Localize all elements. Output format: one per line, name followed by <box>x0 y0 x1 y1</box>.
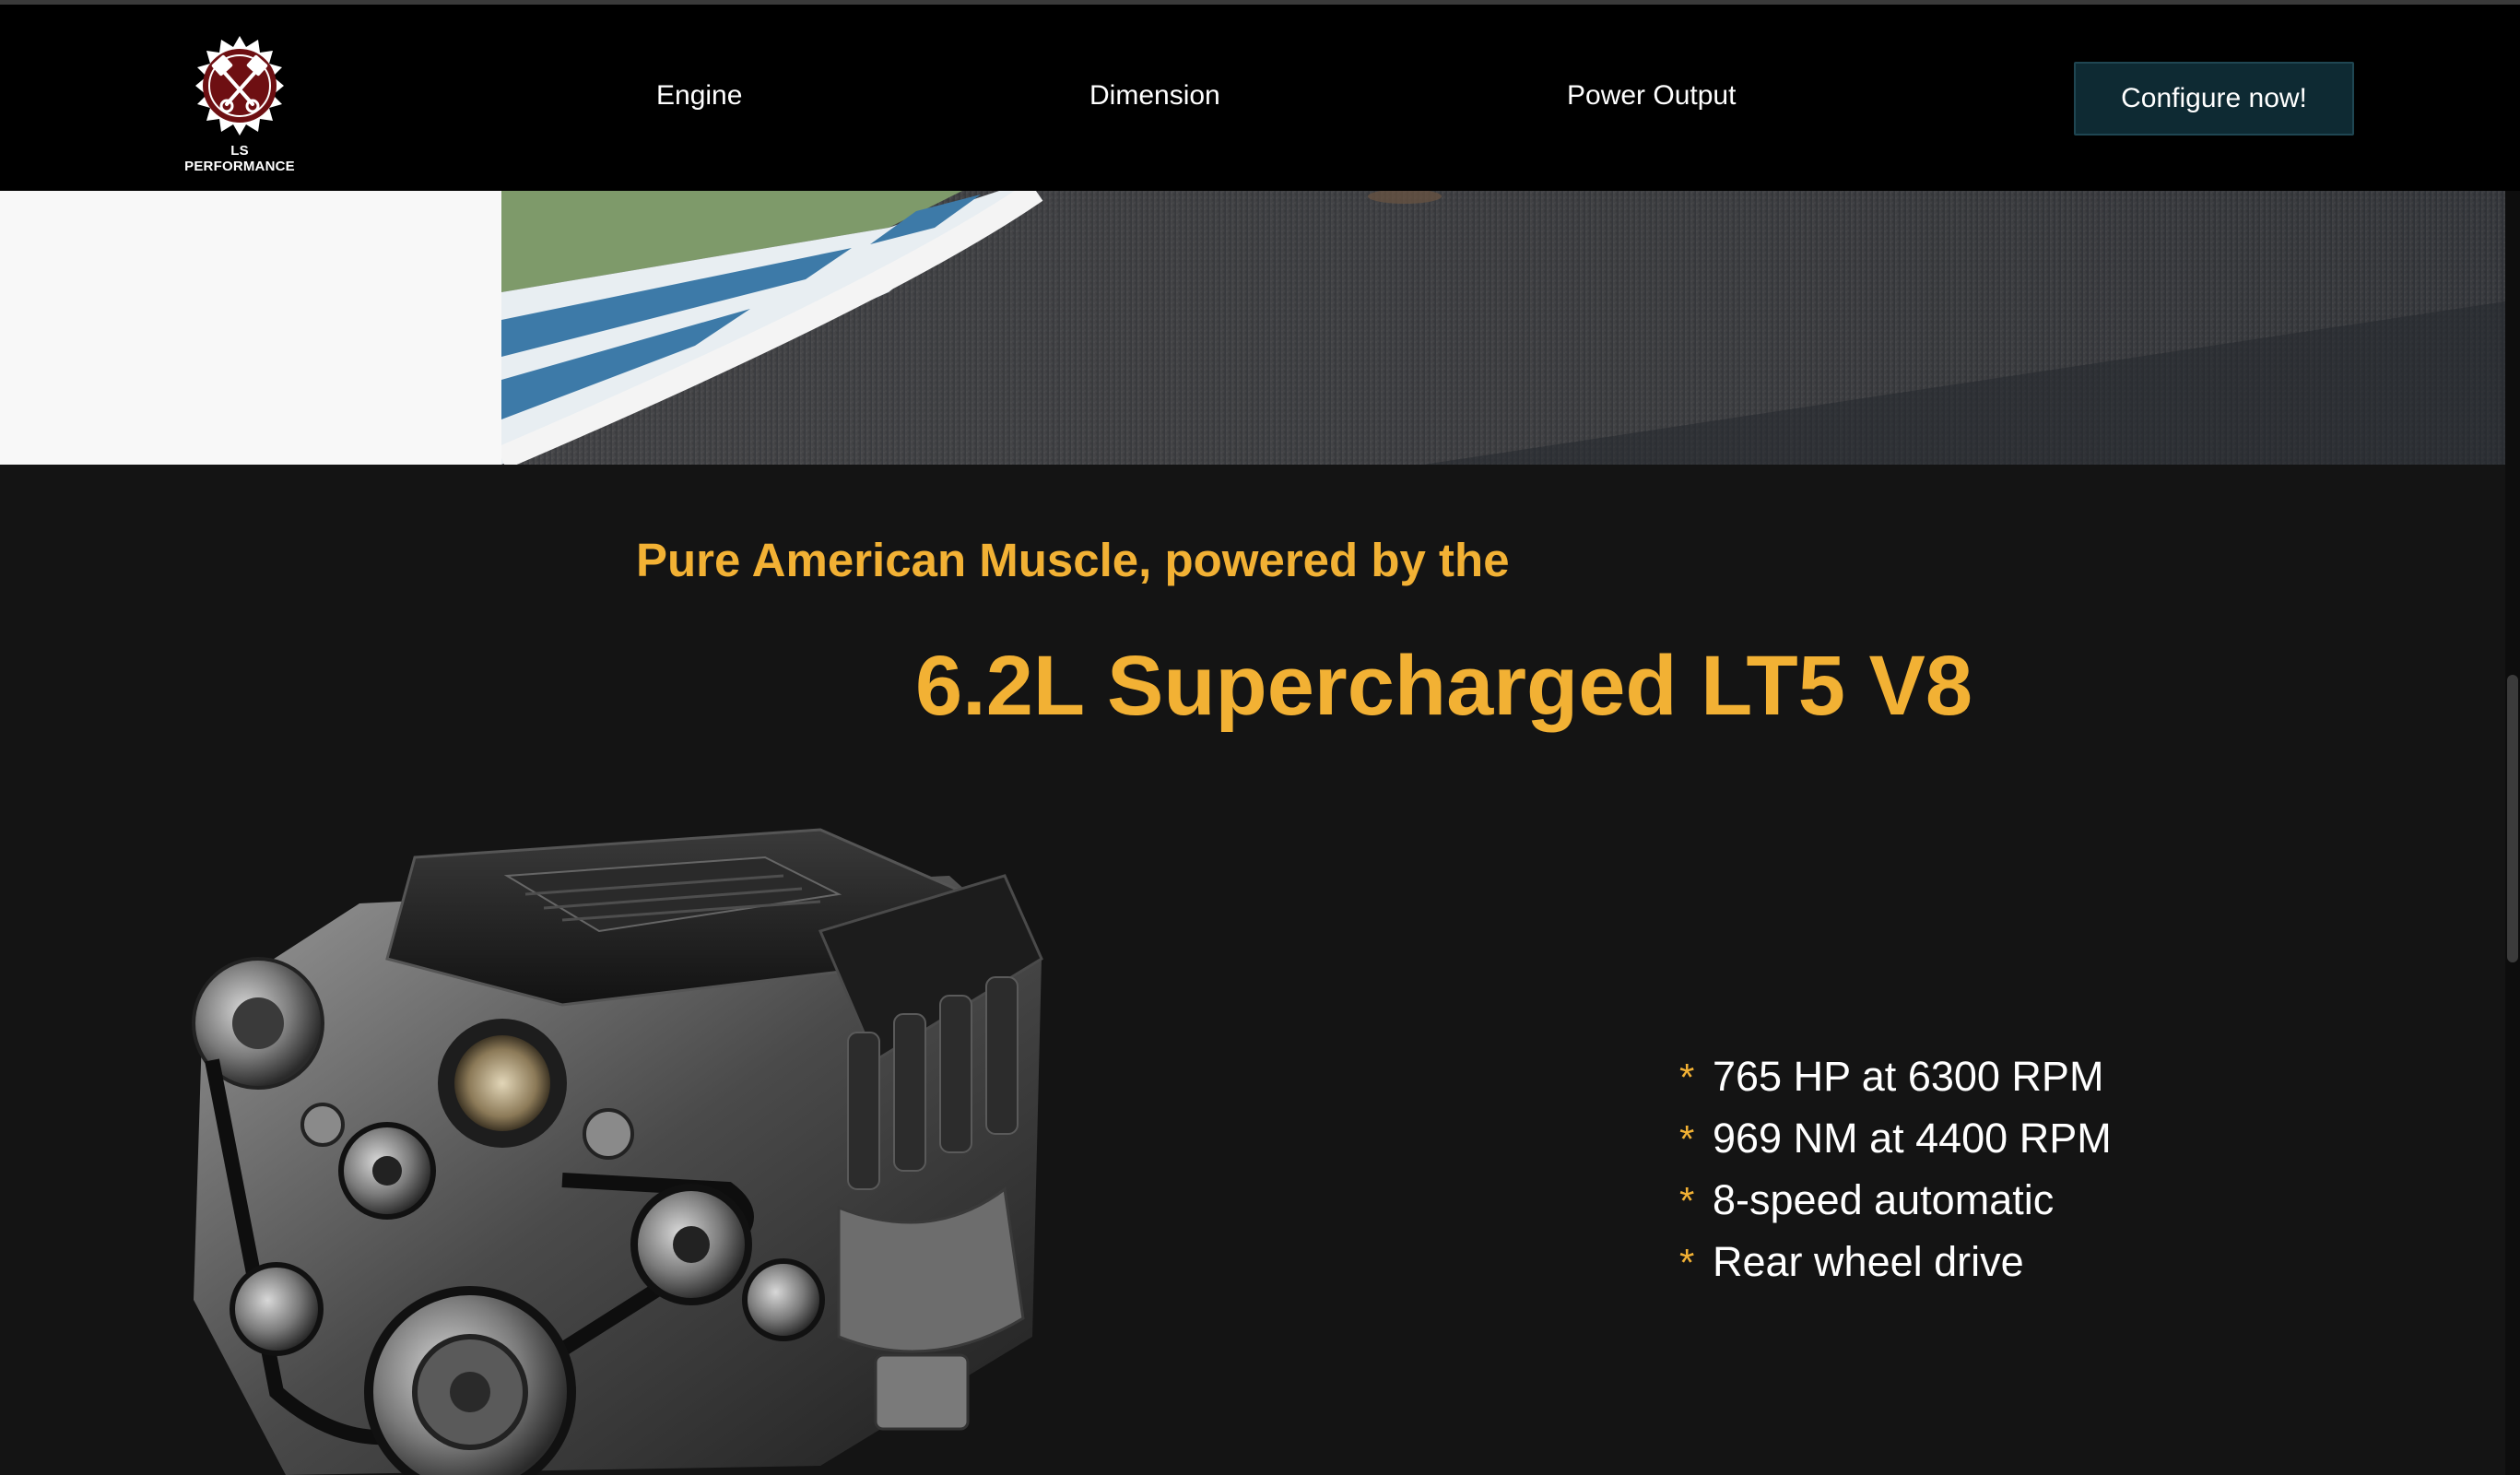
nav-link-engine[interactable]: Engine <box>656 80 742 112</box>
spec-bullet: * <box>1679 1179 1695 1222</box>
spec-item-horsepower: * 765 HP at 6300 RPM <box>1679 1049 2112 1111</box>
engine-heading: 6.2L Supercharged LT5 V8 <box>915 639 1972 733</box>
spec-text: 765 HP at 6300 RPM <box>1713 1053 2104 1100</box>
nav-link-dimension[interactable]: Dimension <box>1089 80 1220 112</box>
spec-text: Rear wheel drive <box>1713 1238 2024 1285</box>
spec-item-torque: * 969 NM at 4400 RPM <box>1679 1111 2112 1173</box>
spec-item-drivetrain: * Rear wheel drive <box>1679 1234 2112 1296</box>
page-scrollbar-thumb[interactable] <box>2507 675 2518 962</box>
nav-link-power-output[interactable]: Power Output <box>1567 80 1736 112</box>
spec-bullet: * <box>1679 1056 1695 1099</box>
spec-bullet: * <box>1679 1241 1695 1284</box>
engine-spec-list: * 765 HP at 6300 RPM * 969 NM at 4400 RPM … <box>1679 1049 2112 1296</box>
spec-item-transmission: * 8-speed automatic <box>1679 1173 2112 1234</box>
race-track-hero-image <box>501 191 2505 465</box>
lt5-engine-image <box>175 820 1060 1475</box>
race-track-image <box>501 191 2505 465</box>
piston-gear-logo-icon <box>195 36 284 136</box>
spec-text: 969 NM at 4400 RPM <box>1713 1115 2112 1162</box>
engine-subheading: Pure American Muscle, powered by the <box>636 534 1510 586</box>
engine-illustration <box>192 828 1043 1475</box>
spec-bullet: * <box>1679 1117 1695 1161</box>
spec-text: 8-speed automatic <box>1713 1176 2055 1223</box>
logo-text: LS PERFORMANCE <box>184 143 295 174</box>
brand-logo[interactable]: LS PERFORMANCE <box>184 34 295 174</box>
hero-left-panel <box>0 191 501 465</box>
page: LS PERFORMANCE Engine Dimension Power Ou… <box>0 0 2520 1475</box>
navbar: LS PERFORMANCE Engine Dimension Power Ou… <box>0 5 2520 191</box>
configure-now-button[interactable]: Configure now! <box>2074 62 2354 136</box>
